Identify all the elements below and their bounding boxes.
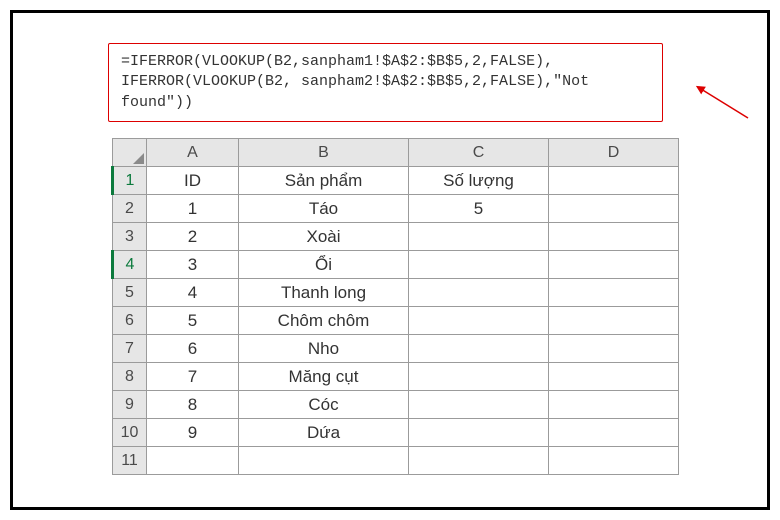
table-row: 76Nho [113, 335, 679, 363]
col-header-B[interactable]: B [239, 139, 409, 167]
row-header[interactable]: 9 [113, 391, 147, 419]
table-row: 87Măng cụt [113, 363, 679, 391]
formula-line-2: IFERROR(VLOOKUP(B2, sanpham2!$A$2:$B$5,2… [121, 72, 650, 113]
cell-D6[interactable] [549, 307, 679, 335]
row-header[interactable]: 4 [113, 251, 147, 279]
cell-D8[interactable] [549, 363, 679, 391]
cell-C11[interactable] [409, 447, 549, 475]
cell-D7[interactable] [549, 335, 679, 363]
table-row: 32Xoài [113, 223, 679, 251]
cell-D4[interactable] [549, 251, 679, 279]
cell-B4[interactable]: Ổi [239, 251, 409, 279]
spreadsheet-grid[interactable]: A B C D 1IDSản phẩmSố lượng21Táo532Xoài4… [111, 138, 679, 475]
formula-highlight-box: =IFERROR(VLOOKUP(B2,sanpham1!$A$2:$B$5,2… [108, 43, 663, 122]
cell-A9[interactable]: 8 [147, 391, 239, 419]
cell-A6[interactable]: 5 [147, 307, 239, 335]
col-header-C[interactable]: C [409, 139, 549, 167]
cell-C2[interactable]: 5 [409, 195, 549, 223]
table-row: 11 [113, 447, 679, 475]
cell-C5[interactable] [409, 279, 549, 307]
cell-B7[interactable]: Nho [239, 335, 409, 363]
row-header[interactable]: 8 [113, 363, 147, 391]
row-header[interactable]: 7 [113, 335, 147, 363]
cell-C9[interactable] [409, 391, 549, 419]
cell-C10[interactable] [409, 419, 549, 447]
outer-frame: =IFERROR(VLOOKUP(B2,sanpham1!$A$2:$B$5,2… [10, 10, 770, 510]
select-all-corner[interactable] [113, 139, 147, 167]
cell-C8[interactable] [409, 363, 549, 391]
column-header-row: A B C D [113, 139, 679, 167]
row-header[interactable]: 1 [113, 167, 147, 195]
table-row: 21Táo5 [113, 195, 679, 223]
cell-D2[interactable] [549, 195, 679, 223]
row-header[interactable]: 5 [113, 279, 147, 307]
cell-B2[interactable]: Táo [239, 195, 409, 223]
table-row: 43Ổi [113, 251, 679, 279]
cell-B8[interactable]: Măng cụt [239, 363, 409, 391]
cell-D10[interactable] [549, 419, 679, 447]
table-row: 109Dứa [113, 419, 679, 447]
table-row: 98Cóc [113, 391, 679, 419]
cell-D1[interactable] [549, 167, 679, 195]
cell-B5[interactable]: Thanh long [239, 279, 409, 307]
cell-D9[interactable] [549, 391, 679, 419]
cell-A1[interactable]: ID [147, 167, 239, 195]
cell-C7[interactable] [409, 335, 549, 363]
row-header[interactable]: 3 [113, 223, 147, 251]
cell-A3[interactable]: 2 [147, 223, 239, 251]
row-header[interactable]: 10 [113, 419, 147, 447]
formula-line-1: =IFERROR(VLOOKUP(B2,sanpham1!$A$2:$B$5,2… [121, 52, 650, 72]
annotation-arrow-icon [693, 83, 753, 123]
cell-D3[interactable] [549, 223, 679, 251]
cell-D5[interactable] [549, 279, 679, 307]
cell-B11[interactable] [239, 447, 409, 475]
cell-A5[interactable]: 4 [147, 279, 239, 307]
cell-A7[interactable]: 6 [147, 335, 239, 363]
cell-D11[interactable] [549, 447, 679, 475]
col-header-A[interactable]: A [147, 139, 239, 167]
table-row: 54Thanh long [113, 279, 679, 307]
cell-A8[interactable]: 7 [147, 363, 239, 391]
cell-B3[interactable]: Xoài [239, 223, 409, 251]
cell-B6[interactable]: Chôm chôm [239, 307, 409, 335]
cell-A11[interactable] [147, 447, 239, 475]
cell-A10[interactable]: 9 [147, 419, 239, 447]
cell-C4[interactable] [409, 251, 549, 279]
cell-C1[interactable]: Số lượng [409, 167, 549, 195]
cell-C3[interactable] [409, 223, 549, 251]
col-header-D[interactable]: D [549, 139, 679, 167]
cell-C6[interactable] [409, 307, 549, 335]
cell-B1[interactable]: Sản phẩm [239, 167, 409, 195]
table-row: 1IDSản phẩmSố lượng [113, 167, 679, 195]
cell-B10[interactable]: Dứa [239, 419, 409, 447]
cell-A4[interactable]: 3 [147, 251, 239, 279]
row-header[interactable]: 11 [113, 447, 147, 475]
cell-A2[interactable]: 1 [147, 195, 239, 223]
cell-B9[interactable]: Cóc [239, 391, 409, 419]
row-header[interactable]: 2 [113, 195, 147, 223]
row-header[interactable]: 6 [113, 307, 147, 335]
table-row: 65Chôm chôm [113, 307, 679, 335]
